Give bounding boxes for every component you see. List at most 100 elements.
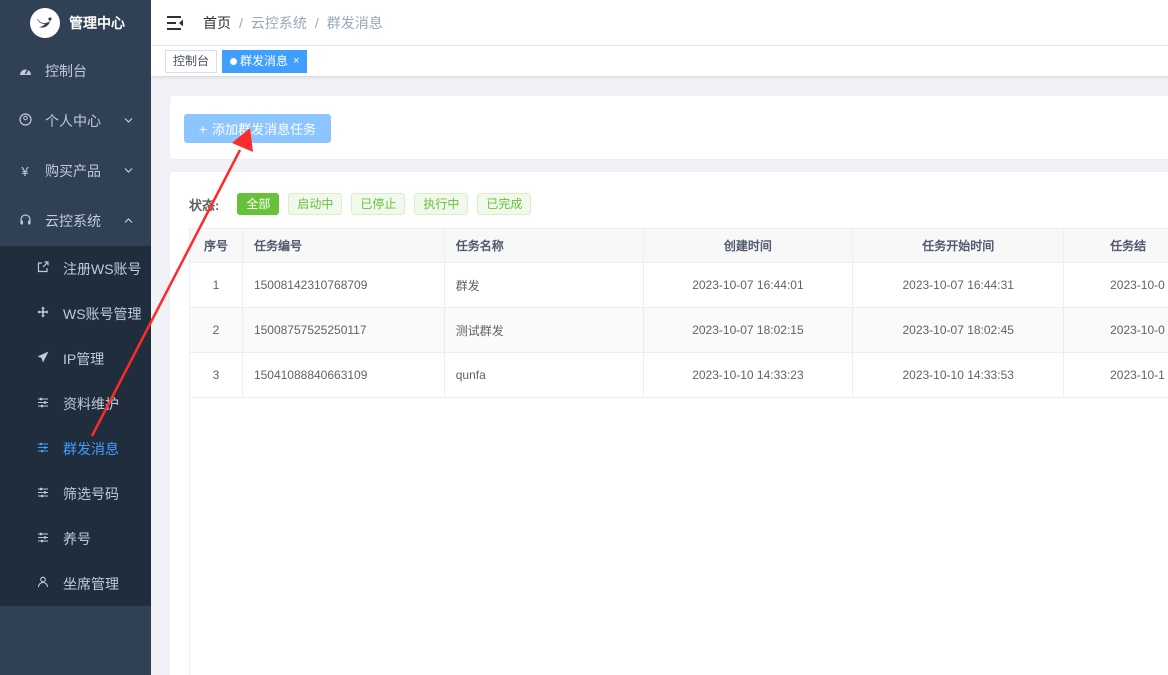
external-link-icon: [36, 261, 50, 276]
table-row[interactable]: 1 15008142310768709 群发 2023-10-07 16:44:…: [190, 263, 1168, 308]
table-header: 序号 任务编号 任务名称 创建时间 任务开始时间 任务结: [190, 228, 1168, 263]
filter-running[interactable]: 启动中: [288, 193, 343, 215]
filter-done[interactable]: 已完成: [477, 193, 532, 215]
sidebar-item-bulk-message[interactable]: 群发消息: [0, 426, 151, 471]
cell-index: 1: [190, 263, 243, 307]
tag-bulk-message[interactable]: 群发消息 ×: [222, 49, 308, 73]
sliders-icon: [36, 397, 50, 411]
header-start[interactable]: 任务开始时间: [853, 229, 1065, 262]
brand-logo[interactable]: 管理中心: [0, 0, 151, 46]
sliders-icon: [36, 487, 50, 501]
menu-label: 云控系统: [45, 213, 101, 229]
filter-all[interactable]: 全部: [237, 193, 280, 215]
breadcrumb: 首页 / 云控系统 / 群发消息: [203, 13, 383, 33]
header-end[interactable]: 任务结: [1064, 229, 1168, 262]
tags-view: 控制台 群发消息 ×: [151, 46, 1168, 77]
sliders-icon: [36, 442, 50, 456]
move-arrows-icon: [36, 306, 50, 321]
header-task-no[interactable]: 任务编号: [243, 229, 445, 262]
sliders-icon: [36, 532, 50, 546]
user-icon: [36, 576, 50, 591]
table-row[interactable]: 3 15041088840663109 qunfa 2023-10-10 14:…: [190, 353, 1168, 398]
cell-task-name: 测试群发: [445, 308, 644, 352]
bird-logo-icon: [30, 8, 60, 38]
sidebar-item-ip-manage[interactable]: IP管理: [0, 336, 151, 381]
menu-label: 个人中心: [45, 113, 101, 129]
cell-task-name: qunfa: [445, 353, 644, 397]
yen-icon: ¥: [21, 163, 29, 179]
user-circle-icon: [18, 113, 32, 129]
header-task-name[interactable]: 任务名称: [445, 229, 644, 262]
add-bulk-task-button[interactable]: + 添加群发消息任务: [184, 114, 331, 143]
breadcrumb-separator: /: [239, 14, 243, 31]
filter-stopped[interactable]: 已停止: [351, 193, 406, 215]
submenu-cloud: 注册WS账号 WS账号管理 IP管理 资料维护 群发消息 筛选号码 养号 坐席管…: [0, 246, 151, 606]
cell-created: 2023-10-07 16:44:01: [644, 263, 854, 307]
cell-task-no: 15008757525250117: [243, 308, 445, 352]
table-empty-area: [190, 398, 1168, 675]
sidebar-item-label: 坐席管理: [63, 575, 119, 592]
tag-label: 群发消息: [240, 53, 289, 68]
chevron-up-icon: [124, 216, 133, 227]
breadcrumb-current: 群发消息: [326, 14, 383, 31]
close-icon[interactable]: ×: [293, 51, 299, 72]
cell-created: 2023-10-07 18:02:15: [644, 308, 854, 352]
cell-index: 2: [190, 308, 243, 352]
table-row[interactable]: 2 15008757525250117 测试群发 2023-10-07 18:0…: [190, 308, 1168, 353]
menu-item-personal[interactable]: 个人中心: [0, 96, 151, 146]
sidebar-item-label: 资料维护: [63, 395, 119, 412]
cell-end: 2023-10-0: [1064, 308, 1168, 352]
sidebar: 管理中心 控制台 个人中心 ¥ 购买产品 云控系统 注册WS账号 WS账号管理 …: [0, 0, 151, 675]
sidebar-item-label: 群发消息: [63, 440, 119, 457]
task-list-card: 状态: 全部 启动中 已停止 执行中 已完成 序号 任务编号 任务名称 创建时间…: [169, 171, 1168, 675]
sidebar-item-label: 养号: [63, 530, 91, 547]
menu-item-cloud[interactable]: 云控系统: [0, 196, 151, 246]
cell-start: 2023-10-10 14:33:53: [853, 353, 1065, 397]
menu-label: 购买产品: [45, 163, 101, 179]
sidebar-item-ws-manage[interactable]: WS账号管理: [0, 291, 151, 336]
hamburger-toggle-icon[interactable]: [167, 15, 183, 30]
tag-console[interactable]: 控制台: [165, 49, 218, 73]
breadcrumb-section: 云控系统: [250, 14, 307, 31]
header-created[interactable]: 创建时间: [644, 229, 854, 262]
sidebar-item-seat-manage[interactable]: 坐席管理: [0, 561, 151, 606]
toolbar-card: + 添加群发消息任务: [169, 95, 1168, 160]
sidebar-item-data-maintain[interactable]: 资料维护: [0, 381, 151, 426]
status-filter: 状态: 全部 启动中 已停止 执行中 已完成: [189, 193, 540, 215]
cell-task-no: 15041088840663109: [243, 353, 445, 397]
cell-created: 2023-10-10 14:33:23: [644, 353, 854, 397]
menu-item-purchase[interactable]: ¥ 购买产品: [0, 146, 151, 196]
filter-executing[interactable]: 执行中: [414, 193, 469, 215]
sidebar-item-label: WS账号管理: [63, 305, 142, 322]
sidebar-item-nurture[interactable]: 养号: [0, 516, 151, 561]
breadcrumb-home[interactable]: 首页: [203, 13, 231, 33]
navbar: 首页 / 云控系统 / 群发消息: [151, 0, 1168, 46]
sidebar-item-label: IP管理: [63, 350, 105, 367]
chevron-down-icon: [124, 166, 133, 177]
cell-index: 3: [190, 353, 243, 397]
add-button-label: 添加群发消息任务: [212, 122, 317, 137]
cell-task-name: 群发: [445, 263, 644, 307]
cell-start: 2023-10-07 18:02:45: [853, 308, 1065, 352]
menu-label: 控制台: [45, 63, 87, 79]
headset-icon: [18, 213, 32, 229]
brand-title: 管理中心: [69, 15, 125, 31]
status-filter-label: 状态:: [189, 197, 220, 213]
sidebar-item-label: 注册WS账号: [63, 260, 142, 277]
plus-icon: +: [198, 120, 208, 137]
sidebar-item-filter-numbers[interactable]: 筛选号码: [0, 471, 151, 516]
cell-task-no: 15008142310768709: [243, 263, 445, 307]
active-dot-icon: [230, 57, 238, 65]
cell-end: 2023-10-1: [1064, 353, 1168, 397]
menu-item-console[interactable]: 控制台: [0, 46, 151, 96]
breadcrumb-separator: /: [314, 14, 319, 31]
chevron-down-icon: [124, 116, 133, 127]
dashboard-icon: [18, 64, 32, 79]
cell-end: 2023-10-0: [1064, 263, 1168, 307]
sidebar-item-label: 筛选号码: [63, 485, 119, 502]
paper-plane-icon: [36, 351, 50, 366]
cell-start: 2023-10-07 16:44:31: [853, 263, 1065, 307]
header-index[interactable]: 序号: [190, 229, 243, 262]
task-table: 序号 任务编号 任务名称 创建时间 任务开始时间 任务结 1 150081423…: [189, 228, 1168, 675]
sidebar-item-register-ws[interactable]: 注册WS账号: [0, 246, 151, 291]
